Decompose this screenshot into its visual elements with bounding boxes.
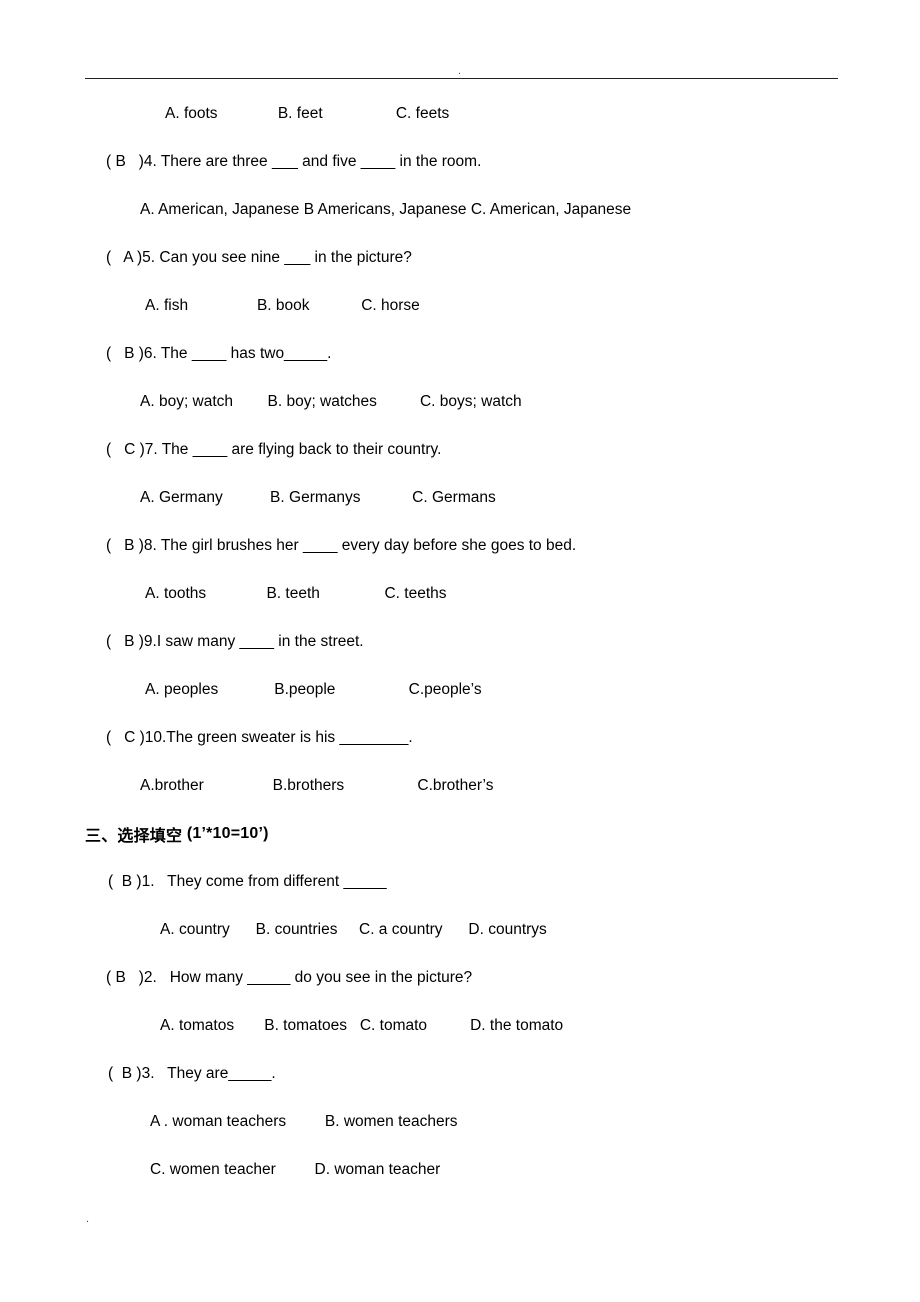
- worksheet-page: . A. foots B. feet C. feets ( B )4. Ther…: [0, 0, 920, 1302]
- section-three-heading: 三、选择填空 (1’*10=10’): [0, 810, 920, 858]
- header-horizontal-rule: [85, 78, 838, 79]
- section3-question-3-options-row2: C. women teacher D. woman teacher: [150, 1161, 441, 1179]
- question-4-stem: ( B )4. There are three ___ and five ___…: [106, 153, 482, 171]
- worksheet-content: A. foots B. feet C. feets ( B )4. There …: [0, 90, 920, 1194]
- question-3-options: A. foots B. feet C. feets: [165, 105, 450, 123]
- question-9-stem: ( B )9.I saw many ____ in the street.: [106, 633, 364, 651]
- question-10-options: A.brother B.brothers C.brother’s: [140, 777, 494, 795]
- question-10-stem: ( C )10.The green sweater is his _______…: [106, 729, 413, 747]
- question-8-options: A. tooths B. teeth C. teeths: [145, 585, 447, 603]
- header-dot-mark: .: [458, 65, 462, 77]
- question-6-stem: ( B )6. The ____ has two_____.: [106, 345, 332, 363]
- question-6-options: A. boy; watch B. boy; watches C. boys; w…: [140, 393, 522, 411]
- section3-question-3-stem: ( B )3. They are_____.: [108, 1065, 276, 1083]
- question-8-stem: ( B )8. The girl brushes her ____ every …: [106, 537, 577, 555]
- question-5-options: A. fish B. book C. horse: [145, 297, 420, 315]
- section-three-heading-cn: 三、选择填空: [85, 826, 183, 845]
- section3-question-2-options: A. tomatos B. tomatoes C. tomato D. the …: [160, 1017, 564, 1035]
- question-9-options: A. peoples B.people C.people’s: [145, 681, 482, 699]
- question-4-options: A. American, Japanese B Americans, Japan…: [140, 201, 632, 219]
- section-three-heading-score: (1’*10=10’): [182, 825, 269, 842]
- section3-question-1-options: A. country B. countries C. a country D. …: [160, 921, 547, 939]
- section3-question-3-options-row1: A . woman teachers B. women teachers: [150, 1113, 458, 1131]
- section3-question-1-stem: ( B )1. They come from different _____: [108, 873, 387, 891]
- footer-dot-mark: .: [86, 1213, 90, 1225]
- question-7-options: A. Germany B. Germanys C. Germans: [140, 489, 496, 507]
- section3-question-2-stem: ( B )2. How many _____ do you see in the…: [106, 969, 473, 987]
- question-5-stem: ( A )5. Can you see nine ___ in the pict…: [106, 249, 412, 267]
- question-7-stem: ( C )7. The ____ are flying back to thei…: [106, 441, 442, 459]
